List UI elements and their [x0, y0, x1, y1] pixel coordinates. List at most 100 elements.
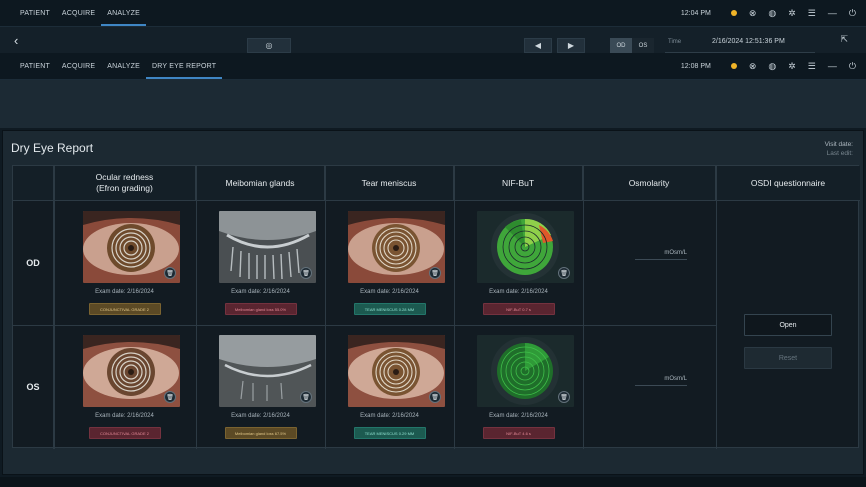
cell-od-redness: 🗑 Exam date: 2/16/2024 CONJUNCTIVAL GRAD… [60, 202, 189, 325]
eye-toggle[interactable]: OD OS [610, 38, 654, 53]
exam-date: Exam date: 2/16/2024 [95, 413, 154, 419]
tab-analyze-2[interactable]: ANALYZE [101, 53, 146, 79]
redness-image-od[interactable]: 🗑 [83, 211, 180, 283]
report-grid: Ocular redness (Efron grading) Meibomian… [12, 165, 860, 449]
cell-od-osmolarity: mOsm/L [585, 202, 714, 325]
status-dot-icon[interactable] [730, 10, 737, 16]
divider [583, 166, 584, 449]
meniscus-badge: TEAR MENISCUS 0.29 MM [353, 427, 426, 439]
next-button[interactable]: ▶ [557, 38, 585, 53]
clock-2: 12:08 PM [680, 62, 711, 70]
eye-toggle-os[interactable]: OS [632, 38, 654, 53]
cell-os-nifbut: 🗑 Exam date: 2/16/2024 NIF-BuT 4.6 s [454, 326, 583, 449]
footer-strip [0, 477, 866, 487]
time-value: 2/16/2024 12:51:36 PM [712, 38, 785, 45]
minimize-icon[interactable]: — [828, 61, 837, 71]
link-icon[interactable]: ⊗ [749, 8, 757, 18]
status-dot-icon[interactable] [730, 63, 737, 69]
col-header-nifbut: NIF-BuT [454, 166, 583, 201]
nifbut-image-os[interactable]: 🗑 [477, 335, 574, 407]
delete-icon[interactable]: 🗑 [164, 267, 176, 279]
nifbut-image-od[interactable]: 🗑 [477, 211, 574, 283]
meibomian-image-od[interactable]: 🗑 [219, 211, 316, 283]
col-header-osdi: OSDI questionnaire [716, 166, 860, 201]
row-label-os: OS [13, 325, 54, 449]
task-list-icon[interactable]: ☰ [808, 61, 816, 71]
visit-date-label: Visit date: [824, 141, 853, 148]
exam-date: Exam date: 2/16/2024 [489, 289, 548, 295]
tab-analyze[interactable]: ANALYZE [101, 0, 146, 26]
time-label: Time [668, 39, 682, 45]
previous-button[interactable]: ◀ [524, 38, 552, 53]
divider [54, 166, 55, 449]
osmolarity-field[interactable] [635, 259, 687, 260]
visit-info: Visit date: Last edit: [825, 140, 853, 158]
cell-os-tear-meniscus: 🗑 Exam date: 2/16/2024 TEAR MENISCUS 0.2… [325, 326, 454, 449]
skip-back-icon: ◀ [534, 41, 542, 50]
meniscus-badge: TEAR MENISCUS 0.28 MM [353, 303, 426, 315]
exam-date: Exam date: 2/16/2024 [231, 413, 290, 419]
tear-meniscus-image-os[interactable]: 🗑 [348, 335, 445, 407]
clock: 12:04 PM [680, 9, 711, 17]
header-corner [13, 166, 54, 201]
cell-od-meibomian: 🗑 Exam date: 2/16/2024 Meibomian gland l… [196, 202, 325, 325]
tab-acquire[interactable]: ACQUIRE [56, 0, 101, 26]
tab-acquire-2[interactable]: ACQUIRE [56, 53, 101, 79]
report-title: Dry Eye Report [11, 141, 94, 155]
tear-meniscus-image-od[interactable]: 🗑 [348, 211, 445, 283]
tab-patient-2[interactable]: PATIENT [14, 53, 56, 79]
delete-icon[interactable]: 🗑 [429, 267, 441, 279]
row-label-od: OD [13, 201, 54, 325]
divider [716, 166, 717, 449]
task-list-icon[interactable]: ☰ [808, 8, 816, 18]
tool-button[interactable]: ◎ [247, 38, 291, 53]
nifbut-badge: NIF-BuT 0.7 s [482, 303, 555, 315]
delete-icon[interactable]: 🗑 [300, 391, 312, 403]
cell-os-meibomian: 🗑 Exam date: 2/16/2024 Meibomian gland l… [196, 326, 325, 449]
tab-dry-eye-report[interactable]: DRY EYE REPORT [146, 53, 223, 79]
delete-icon[interactable]: 🗑 [558, 391, 570, 403]
exam-date: Exam date: 2/16/2024 [95, 289, 154, 295]
minimize-icon[interactable]: — [828, 8, 837, 18]
osmolarity-field[interactable] [635, 385, 687, 386]
link-icon[interactable]: ⊗ [749, 61, 757, 71]
globe-icon[interactable]: ◍ [768, 61, 776, 71]
osmolarity-unit: mOsm/L [664, 250, 687, 256]
toolbar-band [0, 80, 866, 128]
eye-toggle-od[interactable]: OD [610, 38, 632, 53]
osmolarity-unit: mOsm/L [664, 376, 687, 382]
exam-date: Exam date: 2/16/2024 [360, 289, 419, 295]
sub-toolbar: ‹ ◎ ◀ ▶ OD OS Time 2/16/2024 12:51:36 PM… [0, 27, 866, 53]
power-icon[interactable]: ⏻ [849, 8, 856, 18]
tool-icon: ◎ [265, 41, 273, 50]
back-arrow-icon[interactable]: ‹ [14, 33, 18, 48]
grade-badge: CONJUNCTIVAL GRADE 2 [88, 427, 161, 439]
gland-loss-badge: Meibomian gland loss 67.5% [224, 427, 297, 439]
tab-patient[interactable]: PATIENT [14, 0, 56, 26]
delete-icon[interactable]: 🗑 [300, 267, 312, 279]
top-nav-bar: PATIENT ACQUIRE ANALYZE 12:04 PM ⊗ ◍ ✲ ☰… [0, 0, 866, 27]
last-edit-label: Last edit: [826, 150, 853, 157]
report-nav-bar: PATIENT ACQUIRE ANALYZE DRY EYE REPORT 1… [0, 53, 866, 80]
delete-icon[interactable]: 🗑 [558, 267, 570, 279]
cell-os-osmolarity: mOsm/L [585, 326, 714, 449]
osdi-open-button[interactable]: Open [744, 314, 832, 336]
redness-image-os[interactable]: 🗑 [83, 335, 180, 407]
gear-icon[interactable]: ✲ [788, 61, 796, 71]
exam-date: Exam date: 2/16/2024 [489, 413, 548, 419]
gear-icon[interactable]: ✲ [788, 8, 796, 18]
delete-icon[interactable]: 🗑 [164, 391, 176, 403]
meibomian-image-os[interactable]: 🗑 [219, 335, 316, 407]
power-icon[interactable]: ⏻ [849, 61, 856, 71]
export-icon[interactable]: ⇱ [840, 35, 848, 44]
globe-icon[interactable]: ◍ [768, 8, 776, 18]
osdi-reset-button[interactable]: Reset [744, 347, 832, 369]
gland-loss-badge: Meibomian gland loss 55.0% [224, 303, 297, 315]
dry-eye-report-panel: Dry Eye Report Visit date: Last edit: Oc… [2, 130, 864, 475]
skip-forward-icon: ▶ [567, 41, 575, 50]
col-header-redness: Ocular redness (Efron grading) [54, 166, 196, 201]
cell-os-redness: 🗑 Exam date: 2/16/2024 CONJUNCTIVAL GRAD… [60, 326, 189, 449]
delete-icon[interactable]: 🗑 [429, 391, 441, 403]
cell-od-nifbut: 🗑 Exam date: 2/16/2024 NIF-BuT 0.7 s [454, 202, 583, 325]
exam-date: Exam date: 2/16/2024 [231, 289, 290, 295]
